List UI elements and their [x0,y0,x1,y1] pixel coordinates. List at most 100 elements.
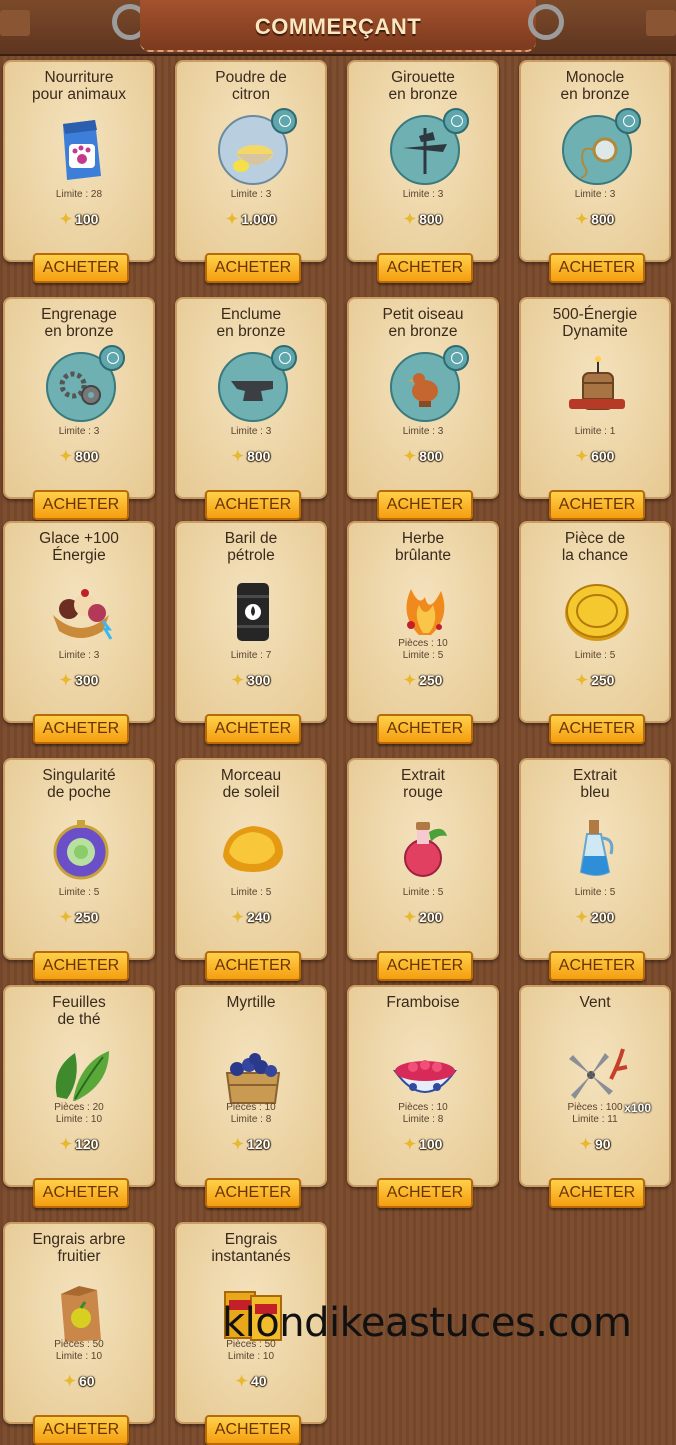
buy-button[interactable]: ACHETER [549,1178,645,1208]
item-limit-line: Limite : 1 [574,426,616,437]
price-value: 250 [75,909,99,925]
price-value: 60 [79,1373,95,1389]
item-price: ✦ 120 [177,1135,325,1153]
shop-item-card: Engrais arbre fruitier Pièces : 50 Limite … [3,1222,155,1445]
item-title: Girouette en bronze [388,69,458,103]
item-title: Extrait rouge [401,767,445,801]
item-limits: Pièces : 10 Limite : 8 [349,1102,497,1126]
buy-button[interactable]: ACHETER [205,490,301,520]
gold-currency-icon: ✦ [575,672,589,689]
raspberry-bowl-icon [389,1039,461,1111]
item-limits: Limite : 5 [177,887,325,899]
item-price: ✦ 120 [5,1135,153,1153]
anvil-icon [217,345,297,423]
buy-button[interactable]: ACHETER [377,951,473,981]
item-price: ✦ 800 [177,447,325,465]
buy-button[interactable]: ACHETER [33,490,129,520]
item-title: Myrtille [226,994,276,1011]
lemon-powder-icon [217,108,297,186]
red-extract-icon [389,812,461,884]
price-value: 40 [251,1373,267,1389]
price-value: 200 [419,909,443,925]
item-limit-line: Pièces : 20 [54,1102,104,1113]
item-limit-line: Limite : 8 [230,1114,272,1125]
item-price: ✦ 250 [349,671,497,689]
item-limit-line: Limite : 3 [574,189,616,200]
shop-item-card: Vent x100 Pièces : 100 Limite : 11 ✦ 90 ACHETE… [519,985,671,1208]
windmill-icon: x100 [561,1039,651,1115]
buy-button[interactable]: ACHETER [377,490,473,520]
buy-button[interactable]: ACHETER [33,253,129,283]
gold-currency-icon: ✦ [59,448,73,465]
item-limit-line: Limite : 5 [58,887,100,898]
item-price: ✦ 100 [5,210,153,228]
shop-item-card: Baril de pétrole Limite : 7 ✦ 300 ACHETER [175,521,327,744]
price-value: 300 [247,672,271,688]
watermark: klondikeastuces.com [222,1300,632,1346]
buy-button[interactable]: ACHETER [549,253,645,283]
item-limit-line: Limite : 5 [402,887,444,898]
buy-button[interactable]: ACHETER [205,253,301,283]
item-limits: Limite : 3 [349,426,497,438]
item-limit-line: Limite : 5 [230,887,272,898]
item-limits: Pièces : 20 Limite : 10 [5,1102,153,1126]
item-limits: Limite : 3 [5,650,153,662]
price-value: 120 [247,1136,271,1152]
item-limit-line: Pièces : 50 [54,1339,104,1350]
buy-button[interactable]: ACHETER [33,951,129,981]
price-value: 200 [591,909,615,925]
item-limit-line: Limite : 3 [402,189,444,200]
timer-icon [271,345,297,371]
buy-button[interactable]: ACHETER [377,253,473,283]
price-value: 100 [419,1136,443,1152]
item-price: ✦ 300 [5,671,153,689]
item-limit-line: Limite : 5 [574,887,616,898]
buy-button[interactable]: ACHETER [205,714,301,744]
item-limit-line: Limite : 8 [402,1114,444,1125]
shop-item-card: Glace +100 Énergie Limite : 3 ✦ 300 ACHETER [3,521,155,744]
item-title: Glace +100 Énergie [39,530,119,564]
item-limits: Limite : 3 [521,189,669,201]
buy-button[interactable]: ACHETER [549,490,645,520]
buy-button[interactable]: ACHETER [377,1178,473,1208]
shop-item-card: Myrtille Pièces : 10 Limite : 8 ✦ 120 ACHETER [175,985,327,1208]
timer-icon [271,108,297,134]
price-value: 90 [595,1136,611,1152]
item-limits: Limite : 7 [177,650,325,662]
lucky-coin-icon [561,575,633,647]
item-limits: Limite : 5 [521,887,669,899]
gold-currency-icon: ✦ [579,1136,592,1153]
item-title: Feuilles de thé [52,994,106,1028]
shop-item-card: Herbe brûlante Pièces : 10 Limite : 5 ✦ 250 A… [347,521,499,744]
item-limits: Limite : 5 [5,887,153,899]
strap-right [646,10,676,36]
shop-item-card: Petit oiseau en bronze Limite : 3 ✦ 800 ACHE… [347,297,499,520]
shop-item-card: Monocle en bronze Limite : 3 ✦ 800 ACHETER [519,60,671,283]
buy-button[interactable]: ACHETER [549,714,645,744]
item-title: Herbe brûlante [394,530,451,564]
item-limit-line: Limite : 7 [230,650,272,661]
buy-button[interactable]: ACHETER [33,1178,129,1208]
price-value: 250 [591,672,615,688]
shop-item-card: Nourriture pour animaux Limite : 28 ✦ 100 AC… [3,60,155,283]
item-price: ✦ 800 [349,447,497,465]
buy-button[interactable]: ACHETER [549,951,645,981]
buy-button[interactable]: ACHETER [205,951,301,981]
price-value: 800 [419,211,443,227]
item-price: ✦ 800 [521,210,669,228]
item-title: Vent [579,994,611,1011]
item-limit-line: Limite : 5 [574,650,616,661]
price-value: 300 [75,672,99,688]
item-limits: Limite : 5 [521,650,669,662]
item-price: ✦ 200 [521,908,669,926]
item-price: ✦ 1.000 [177,210,325,228]
item-limits: Pièces : 10 Limite : 5 [349,638,497,662]
buy-button[interactable]: ACHETER [377,714,473,744]
buy-button[interactable]: ACHETER [205,1178,301,1208]
pocket-singularity-icon [45,812,117,884]
item-limit-line: Limite : 28 [55,189,103,200]
gear-icon [45,345,125,423]
buy-button[interactable]: ACHETER [33,714,129,744]
shop-item-card: Extrait rouge Limite : 5 ✦ 200 ACHETER [347,758,499,981]
blueberry-basket-icon [217,1039,289,1111]
